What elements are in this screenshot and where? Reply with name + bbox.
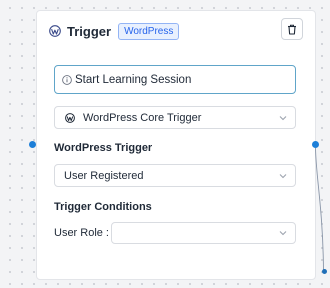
session-name-input[interactable]: Start Learning Session	[54, 65, 296, 94]
chevron-down-icon	[278, 171, 288, 181]
session-name-value: Start Learning Session	[75, 73, 192, 86]
input-connection-handle[interactable]	[29, 141, 36, 148]
wordpress-icon	[65, 112, 75, 123]
chevron-down-icon	[278, 113, 288, 123]
connection-edge	[315, 148, 324, 272]
wordpress-trigger-value: User Registered	[64, 169, 144, 182]
user-role-select[interactable]	[111, 222, 296, 244]
node-title: Trigger	[67, 23, 112, 39]
core-trigger-select[interactable]: WordPress Core Trigger	[54, 106, 296, 129]
output-connection-handle[interactable]	[312, 141, 319, 148]
wordpress-trigger-label: WordPress Trigger	[54, 142, 153, 154]
user-role-label: User Role:	[54, 227, 109, 239]
chevron-down-icon	[278, 228, 288, 238]
trigger-conditions-label: Trigger Conditions	[54, 201, 152, 213]
wordpress-trigger-select[interactable]: User Registered	[54, 164, 296, 187]
delete-node-button[interactable]	[281, 18, 303, 40]
trash-icon	[287, 24, 297, 35]
user-role-label-colon: :	[105, 227, 109, 239]
user-role-row: User Role:	[54, 222, 296, 244]
node-header: Trigger WordPress	[49, 21, 180, 41]
info-icon	[62, 74, 72, 85]
core-trigger-value: WordPress Core Trigger	[83, 111, 202, 124]
user-role-label-text: User Role	[54, 227, 103, 239]
platform-badge: WordPress	[118, 22, 180, 40]
trigger-node-card[interactable]: Trigger WordPress Start Learning Session	[36, 10, 316, 280]
edge-end-handle[interactable]	[322, 269, 327, 274]
wordpress-icon	[49, 25, 61, 37]
